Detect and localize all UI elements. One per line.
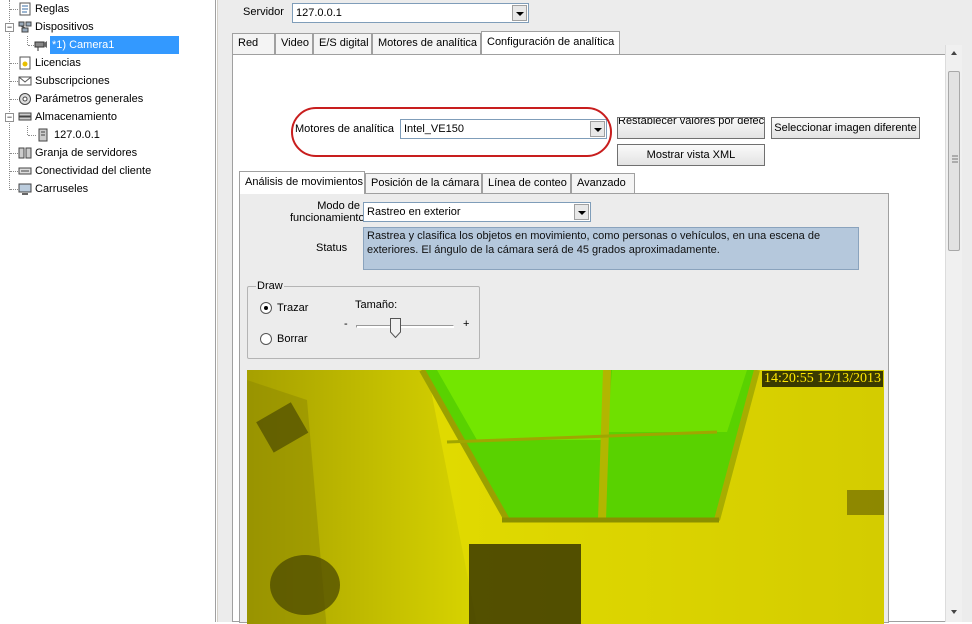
camera-scene-image — [247, 370, 884, 624]
chevron-down-icon[interactable] — [512, 5, 527, 21]
tab-configuracion-analitica[interactable]: Configuración de analítica — [481, 31, 620, 54]
scroll-up-icon[interactable] — [946, 45, 962, 61]
subtab-analisis-movimientos[interactable]: Análisis de movimientos — [239, 171, 365, 194]
status-description: Rastrea y clasifica los objetos en movim… — [363, 227, 859, 270]
trazar-radio[interactable] — [260, 302, 272, 314]
tab-red[interactable]: Red — [232, 33, 275, 54]
status-label: Status — [316, 242, 348, 254]
camera-image[interactable]: 14:20:55 12/13/2013 — [247, 370, 884, 624]
tree-item-label: Subscripciones — [35, 75, 110, 87]
tree-item-almacenamiento[interactable]: − Almacenamiento — [0, 108, 200, 126]
server-icon — [38, 128, 48, 142]
tree-item-label: Almacenamiento — [35, 111, 117, 123]
show-xml-label: Mostrar vista XML — [646, 149, 736, 161]
tree-item-label: *1) Camera1 — [50, 36, 179, 54]
size-minus-label: - — [344, 318, 348, 330]
scroll-thumb[interactable] — [948, 71, 960, 251]
server-select-value: 127.0.0.1 — [296, 7, 342, 19]
select-image-button[interactable]: Seleccionar imagen diferente — [771, 117, 920, 139]
license-icon — [19, 56, 31, 70]
trazar-label[interactable]: Trazar — [277, 302, 308, 314]
tree-item-dispositivos[interactable]: − Dispositivos — [0, 18, 200, 36]
tree-item-label: 127.0.0.1 — [54, 129, 100, 141]
tree-item-licencias[interactable]: Licencias — [0, 54, 200, 72]
storage-icon — [18, 112, 32, 121]
main-panel: Servidor 127.0.0.1 Red Video E/S digital… — [217, 0, 972, 624]
tree-item-camera1[interactable]: *1) Camera1 — [0, 36, 180, 54]
server-label: Servidor — [243, 6, 284, 18]
tree-item-carruseles[interactable]: Carruseles — [0, 180, 200, 198]
tree-item-label: Granja de servidores — [35, 147, 138, 159]
size-slider-thumb[interactable] — [390, 318, 402, 338]
mode-select[interactable]: Rastreo en exterior — [363, 202, 591, 222]
collapse-icon[interactable]: − — [5, 113, 14, 122]
tab-label: E/S digital — [319, 37, 369, 49]
borrar-radio[interactable] — [260, 333, 272, 345]
size-plus-label: + — [463, 318, 470, 330]
camera-timestamp: 14:20:55 12/13/2013 — [761, 371, 883, 387]
tab-label: Avanzado — [577, 177, 626, 189]
tab-motores-analitica[interactable]: Motores de analítica — [372, 33, 481, 54]
server-select[interactable]: 127.0.0.1 — [292, 3, 529, 23]
mode-label: Modo de funcionamiento — [290, 200, 365, 224]
tab-label: Video — [281, 37, 309, 49]
subtab-posicion-camara[interactable]: Posición de la cámara — [365, 173, 482, 194]
size-label: Tamaño: — [355, 299, 398, 311]
settings-icon — [19, 93, 31, 105]
tree-item-label: Dispositivos — [35, 21, 94, 33]
size-slider-track[interactable] — [356, 325, 454, 328]
tab-video[interactable]: Video — [275, 33, 313, 54]
tab-label: Posición de la cámara — [371, 177, 480, 189]
server-farm-icon — [18, 147, 32, 159]
rules-icon — [19, 2, 31, 16]
tree-item-subscripciones[interactable]: Subscripciones — [0, 72, 200, 90]
main-tabs: Red Video E/S digital Motores de analíti… — [232, 31, 652, 54]
camera-icon — [34, 41, 47, 51]
collapse-icon[interactable]: − — [5, 23, 14, 32]
tree-item-label: Parámetros generales — [35, 93, 144, 105]
subtab-linea-conteo[interactable]: Línea de conteo — [482, 173, 571, 194]
tree-item-granja[interactable]: Granja de servidores — [0, 144, 200, 162]
tree-item-reglas[interactable]: Reglas — [0, 0, 200, 18]
select-image-label: Seleccionar imagen diferente — [774, 122, 917, 134]
connectivity-icon — [18, 167, 32, 175]
chevron-down-icon[interactable] — [574, 204, 589, 220]
engines-select-value: Intel_VE150 — [404, 123, 464, 135]
analysis-subtabs: Análisis de movimientos Posición de la c… — [239, 171, 659, 194]
tab-label: Análisis de movimientos — [245, 176, 363, 188]
tab-es-digital[interactable]: E/S digital — [313, 33, 372, 54]
engines-select[interactable]: Intel_VE150 — [400, 119, 607, 139]
carousel-icon — [18, 183, 32, 195]
tree-item-conectividad[interactable]: Conectividad del cliente — [0, 162, 200, 180]
restore-defaults-label: Restablecer valores por defecto — [618, 117, 765, 127]
restore-defaults-button[interactable]: Restablecer valores por defecto — [617, 117, 765, 139]
engines-label: Motores de analítica — [295, 123, 395, 135]
tree-item-label: Carruseles — [35, 183, 89, 195]
subtab-avanzado[interactable]: Avanzado — [571, 173, 635, 194]
vertical-scrollbar[interactable] — [945, 45, 962, 622]
tab-label: Línea de conteo — [488, 177, 567, 189]
tree-item-label: Licencias — [35, 57, 81, 69]
navigation-tree: Reglas − Dispositivos *1) Camera1 Licenc… — [0, 0, 216, 622]
borrar-label[interactable]: Borrar — [277, 333, 308, 345]
tree-item-storage-server[interactable]: 127.0.0.1 — [0, 126, 200, 144]
subscriptions-icon — [18, 76, 32, 86]
tab-label: Configuración de analítica — [487, 36, 615, 48]
motion-analysis-panel: Modo de funcionamiento Rastreo en exteri… — [239, 193, 889, 624]
tab-label: Motores de analítica — [378, 37, 478, 49]
tree-item-parametros-generales[interactable]: Parámetros generales — [0, 90, 200, 108]
draw-title: Draw — [256, 280, 284, 292]
analytics-config-panel: Motores de analítica Intel_VE150 Restabl… — [232, 54, 962, 624]
show-xml-button[interactable]: Mostrar vista XML — [617, 144, 765, 166]
tab-label: Red — [238, 37, 259, 49]
chevron-down-icon[interactable] — [590, 121, 605, 137]
mode-select-value: Rastreo en exterior — [367, 206, 461, 218]
tree-item-label: Reglas — [35, 3, 70, 15]
devices-icon — [18, 21, 32, 33]
tree-item-label: Conectividad del cliente — [35, 165, 152, 177]
scroll-down-icon[interactable] — [946, 604, 962, 620]
draw-groupbox: Draw Trazar Borrar Tamaño: - + — [247, 280, 480, 359]
